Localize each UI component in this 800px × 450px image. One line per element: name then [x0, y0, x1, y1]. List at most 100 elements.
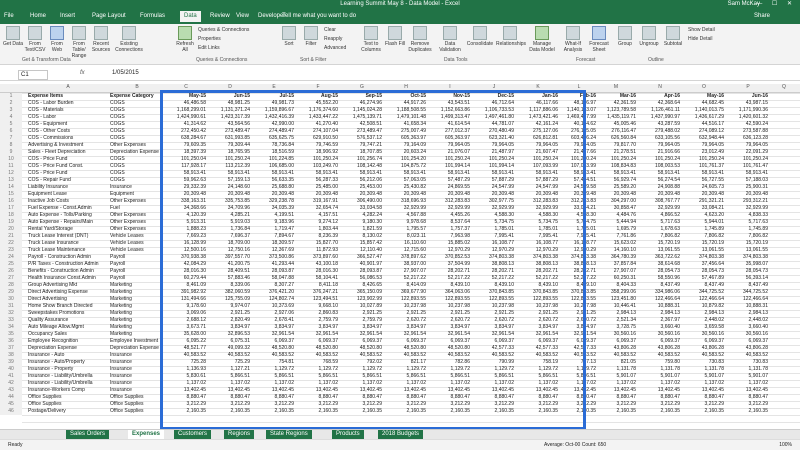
- cell[interactable]: Advertising & Investment: [28, 142, 108, 149]
- cell[interactable]: 37,857.84: [596, 261, 636, 268]
- cell[interactable]: 363,722.62: [640, 254, 680, 261]
- cell[interactable]: 1,126,461.11: [640, 107, 680, 114]
- cell[interactable]: Insurance: [110, 184, 164, 191]
- cell[interactable]: 2,367.97: [640, 317, 680, 324]
- cell[interactable]: 364,780.39: [596, 254, 636, 261]
- cell[interactable]: Depreciation Expense: [28, 345, 108, 352]
- cell[interactable]: 7,806.82: [640, 233, 680, 240]
- cell[interactable]: 2,160.35: [728, 408, 768, 415]
- cell[interactable]: 35,998.07: [728, 261, 768, 268]
- cell[interactable]: Quality Assurance: [28, 317, 108, 324]
- cell[interactable]: COGS: [110, 163, 164, 170]
- cell[interactable]: 5,901.07: [640, 373, 680, 380]
- cell[interactable]: 2,448.02: [728, 317, 768, 324]
- row-number[interactable]: 19: [0, 219, 22, 226]
- cell[interactable]: 43,806.28: [596, 345, 636, 352]
- cell[interactable]: Payroll: [110, 254, 164, 261]
- cell[interactable]: 58,913.41: [640, 170, 680, 177]
- cell[interactable]: 10,888.31: [728, 303, 768, 310]
- cell[interactable]: 79,964.05: [684, 142, 724, 149]
- cell[interactable]: Vehicle Leases: [110, 240, 164, 247]
- cell[interactable]: Fuel Expense - Const.Admin: [28, 205, 108, 212]
- fx-icon[interactable]: fx: [80, 70, 85, 76]
- cell[interactable]: 40,583.52: [596, 352, 636, 359]
- cell[interactable]: COGS: [110, 128, 164, 135]
- row-number[interactable]: 32: [0, 310, 22, 317]
- from-table-range-button[interactable]: From Table/ Range: [68, 26, 90, 59]
- row-number[interactable]: 39: [0, 359, 22, 366]
- cell[interactable]: Employee Recognition: [28, 338, 108, 345]
- cell[interactable]: 101,761.47: [728, 163, 768, 170]
- cell[interactable]: Occupancy Sales: [28, 331, 108, 338]
- cell[interactable]: 6,069.37: [728, 338, 768, 345]
- cell[interactable]: 3,212.29: [640, 401, 680, 408]
- row-number[interactable]: 33: [0, 317, 22, 324]
- row-number[interactable]: 41: [0, 373, 22, 380]
- cell[interactable]: Office Supplies: [110, 394, 164, 401]
- sheet-tab[interactable]: Products: [332, 430, 364, 439]
- cell[interactable]: 43,806.28: [684, 345, 724, 352]
- cell[interactable]: 3,660.40: [728, 324, 768, 331]
- cell[interactable]: Direct Advertising Expense: [28, 289, 108, 296]
- cell[interactable]: Insurance: [110, 373, 164, 380]
- cell[interactable]: 279,488.02: [640, 128, 680, 135]
- row-number[interactable]: 27: [0, 275, 22, 282]
- cell[interactable]: Insurance-Workers Comp: [28, 387, 108, 394]
- cell[interactable]: 3,659.58: [684, 324, 724, 331]
- cell[interactable]: 40,583.52: [684, 352, 724, 359]
- cell[interactable]: 57,467.89: [684, 275, 724, 282]
- cell[interactable]: Insurance: [110, 380, 164, 387]
- cell[interactable]: 24,908.88: [640, 184, 680, 191]
- cell[interactable]: Inactive Job Costs: [28, 198, 108, 205]
- cell[interactable]: 30,560.16: [640, 331, 680, 338]
- cell[interactable]: Home Show Branch Directed: [28, 303, 108, 310]
- cell[interactable]: 8,880.47: [728, 394, 768, 401]
- row-number[interactable]: 34: [0, 324, 22, 331]
- cell[interactable]: Other Expenses: [110, 226, 164, 233]
- row-number[interactable]: 3: [0, 107, 22, 114]
- column-header-n[interactable]: N: [640, 84, 680, 90]
- cell[interactable]: May-16: [684, 93, 724, 100]
- cell[interactable]: Marketing: [110, 317, 164, 324]
- cell[interactable]: Marketing: [110, 296, 164, 303]
- cell[interactable]: Other Expenses: [110, 219, 164, 226]
- cell[interactable]: 8,880.47: [640, 394, 680, 401]
- cell[interactable]: COGS: [110, 156, 164, 163]
- cell[interactable]: Insurance: [110, 387, 164, 394]
- cell[interactable]: Insurance: [110, 366, 164, 373]
- cell[interactable]: Payroll: [110, 275, 164, 282]
- reapply-button[interactable]: Reapply: [324, 36, 342, 42]
- cell[interactable]: 10,446.41: [596, 303, 636, 310]
- cell[interactable]: 7,806.82: [684, 233, 724, 240]
- sheet-tab[interactable]: Expenses: [128, 430, 165, 439]
- cell[interactable]: 101,250.24: [728, 156, 768, 163]
- cell[interactable]: 101,250.24: [640, 156, 680, 163]
- cell[interactable]: Depreciation Expense: [110, 345, 164, 352]
- cell[interactable]: 58,913.41: [596, 170, 636, 177]
- cell[interactable]: 20,309.48: [596, 191, 636, 198]
- row-number[interactable]: 28: [0, 282, 22, 289]
- cell[interactable]: 1,137.02: [684, 380, 724, 387]
- cell[interactable]: 58,913.41: [684, 170, 724, 177]
- cell[interactable]: 79,964.05: [728, 142, 768, 149]
- sheet-tab[interactable]: Sales Orders: [66, 430, 110, 439]
- cell[interactable]: 28,054.73: [728, 268, 768, 275]
- row-number[interactable]: 45: [0, 401, 22, 408]
- cell[interactable]: 6,069.37: [684, 338, 724, 345]
- cell[interactable]: 1,137.02: [596, 380, 636, 387]
- cell[interactable]: COS - Commissions: [28, 135, 108, 142]
- cell[interactable]: Insurance: [110, 359, 164, 366]
- cell[interactable]: Equipment: [110, 191, 164, 198]
- tab-formulas[interactable]: Formulas: [140, 13, 165, 19]
- cell[interactable]: 344,725.52: [684, 289, 724, 296]
- cell[interactable]: Payroll: [110, 268, 164, 275]
- cell[interactable]: Truck Lease Maintenance: [28, 247, 108, 254]
- remove-duplicates-button[interactable]: Remove Duplicates: [406, 26, 434, 53]
- text-to-columns-button[interactable]: Text to Columns: [360, 26, 382, 53]
- data-validation-button[interactable]: Data Validation: [436, 26, 464, 53]
- cell[interactable]: 56,274.54: [640, 177, 680, 184]
- cell[interactable]: 1,131.78: [640, 366, 680, 373]
- row-number[interactable]: 44: [0, 394, 22, 401]
- consolidate-button[interactable]: Consolidate: [466, 26, 494, 47]
- row-number[interactable]: 14: [0, 184, 22, 191]
